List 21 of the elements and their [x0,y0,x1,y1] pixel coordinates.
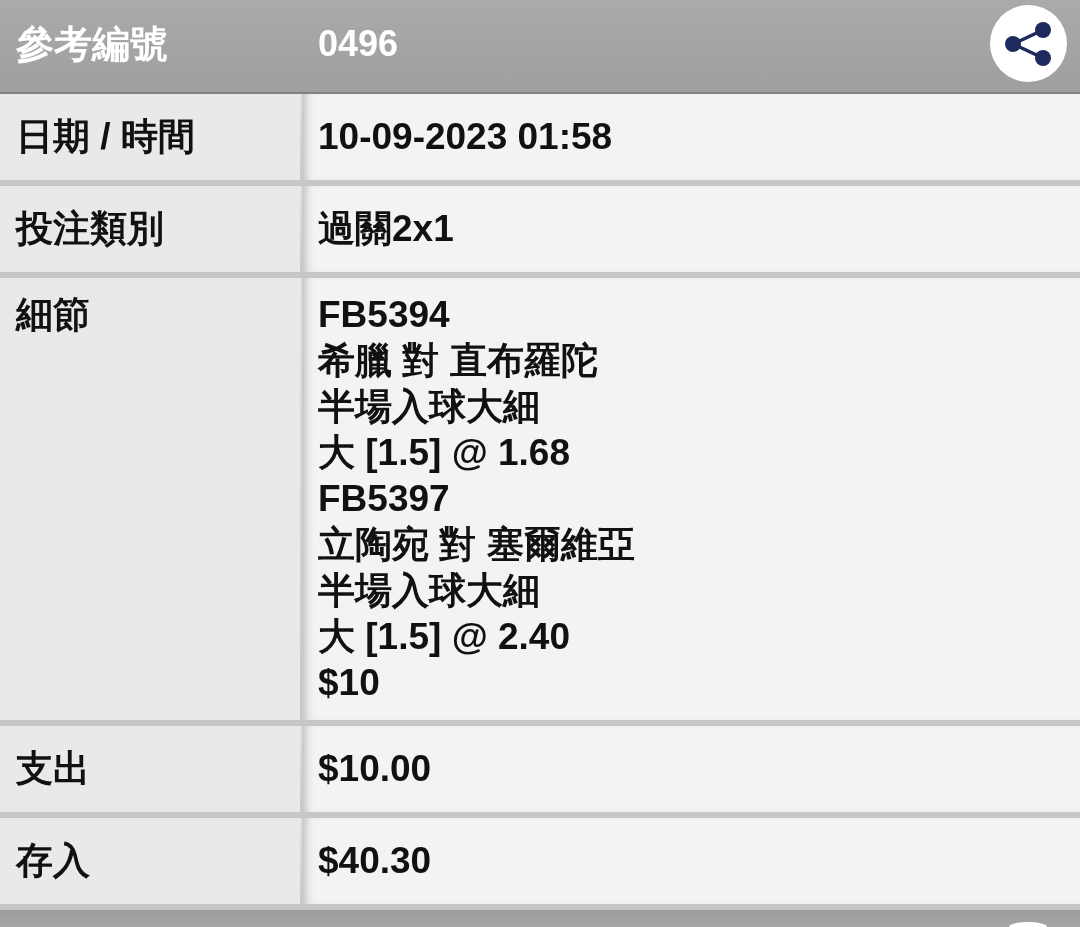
row-label: 支出 [16,747,90,791]
reference-number: 0496 [317,22,399,66]
bet-selection: 大 [1.5] @ 1.68 [318,431,571,475]
share-icon [1004,21,1051,66]
bet-market: 半場入球大細 [318,385,541,429]
row-value: 10-09-2023 01:58 [318,115,613,159]
row-label: 存入 [16,839,90,883]
event-code: FB5397 [318,477,451,521]
header-label: 參考編號 [15,22,169,67]
bet-selection: 大 [1.5] @ 2.40 [318,615,571,659]
row-label: 投注類別 [16,207,164,251]
row-value: $40.30 [318,839,432,883]
match-teams: 立陶宛 對 塞爾維亞 [318,523,635,567]
event-code: FB5394 [318,293,451,337]
row-label: 細節 [16,293,90,337]
bet-market: 半場入球大細 [318,569,541,613]
match-teams: 希臘 對 直布羅陀 [318,339,599,383]
row-label: 日期 / 時間 [16,115,195,159]
stake-amount: $10 [318,661,381,705]
row-value: $10.00 [318,747,432,791]
row-value: 過關2x1 [318,207,454,251]
